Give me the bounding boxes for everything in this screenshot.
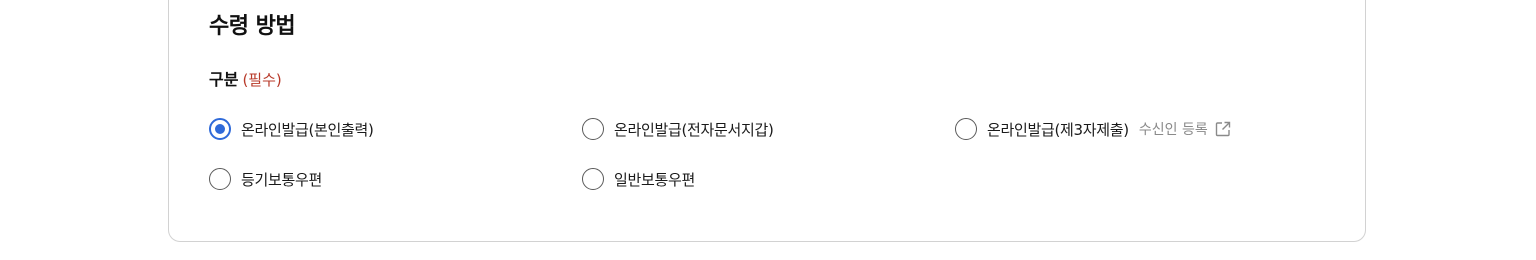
radio-button[interactable] [209, 168, 231, 190]
radio-option-online-self-print[interactable]: 온라인발급(본인출력) [209, 116, 374, 142]
radio-label: 일반보통우편 [614, 170, 696, 189]
radio-option-online-third-party[interactable]: 온라인발급(제3자제출) 수신인 등록 [955, 116, 1232, 142]
recipient-register-label: 수신인 등록 [1138, 122, 1208, 138]
radio-option-regular-mail[interactable]: 일반보통우편 [582, 166, 695, 192]
radio-label: 온라인발급(본인출력) [241, 120, 374, 139]
radio-label: 온라인발급(전자문서지갑) [614, 120, 774, 139]
radio-button-selected[interactable] [209, 118, 231, 140]
receipt-method-card: 수령 방법 구분 (필수) 온라인발급(본인출력) 온라인발급(전자문서지갑) 온… [168, 0, 1366, 242]
radio-label: 등기보통우편 [241, 170, 323, 189]
field-label-text: 구분 [209, 70, 239, 89]
section-title: 수령 방법 [209, 14, 296, 39]
external-link-icon [1215, 121, 1230, 137]
radio-label: 온라인발급(제3자제출) [987, 120, 1129, 139]
radio-option-registered-mail[interactable]: 등기보통우편 [209, 166, 322, 192]
radio-option-online-e-wallet[interactable]: 온라인발급(전자문서지갑) [582, 116, 774, 142]
required-indicator: (필수) [242, 71, 282, 89]
recipient-register-link[interactable]: 수신인 등록 [1139, 119, 1232, 139]
radio-button[interactable] [582, 118, 604, 140]
radio-button[interactable] [582, 168, 604, 190]
radio-button[interactable] [955, 118, 977, 140]
field-label: 구분 (필수) [209, 66, 282, 90]
